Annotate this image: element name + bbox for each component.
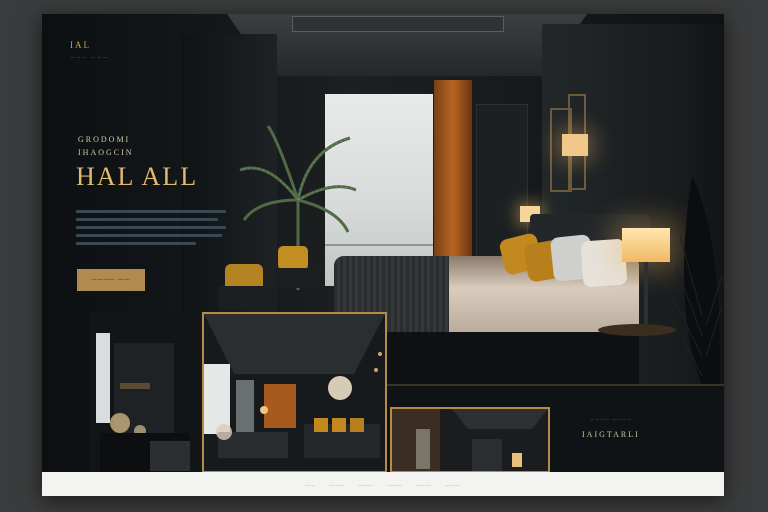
chair-seat (218, 286, 278, 310)
footer-link[interactable]: ——— (417, 482, 432, 487)
hero-body-text-line (76, 234, 222, 237)
hero-eyebrow: GRODOMI (78, 135, 131, 144)
feather-plant-icon (671, 176, 723, 386)
page-frame: IAL ——— ——— GRODOMI IHAOGCIN HAL ALL ———… (42, 14, 724, 496)
floor-lamp-pole (644, 262, 648, 326)
bedroom-illustration-icon (204, 314, 385, 471)
footer-link[interactable]: —— (306, 482, 316, 487)
footer-link[interactable]: ——— (446, 482, 461, 487)
second-chair-back (278, 246, 308, 270)
footer-link[interactable]: ——— (359, 482, 374, 487)
gallery-subtitle: ———— ———— (590, 416, 633, 421)
hallway-illustration-icon (392, 409, 548, 471)
ceiling-panel (292, 16, 504, 32)
hero-eyebrow-secondary: IHAOGCIN (78, 148, 134, 157)
hero-body-text-line (76, 226, 226, 229)
footer-nav: —— ——— ——— ——— ——— ——— (42, 472, 724, 496)
lounge-illustration-icon (90, 313, 200, 473)
hero-title: HAL ALL (76, 162, 199, 191)
footer-link[interactable]: ——— (388, 482, 403, 487)
hero-body-text-line (76, 242, 196, 245)
pillow (580, 238, 628, 288)
gallery-title: IAIGTARLI (582, 430, 640, 439)
hero-body-text-line (76, 210, 226, 213)
gallery-image-lounge[interactable] (90, 313, 200, 473)
cta-button[interactable]: ———— —— (77, 269, 145, 291)
gallery-image-bedroom[interactable] (202, 312, 387, 473)
hero-body-text-line (76, 218, 218, 221)
brand-logo[interactable]: IAL (70, 40, 91, 50)
gallery-image-hallway[interactable] (390, 407, 550, 473)
brand-tagline: ——— ——— (70, 54, 110, 59)
second-chair-seat (274, 268, 320, 288)
footer-link[interactable]: ——— (330, 482, 345, 487)
wall-sconce (562, 134, 588, 156)
